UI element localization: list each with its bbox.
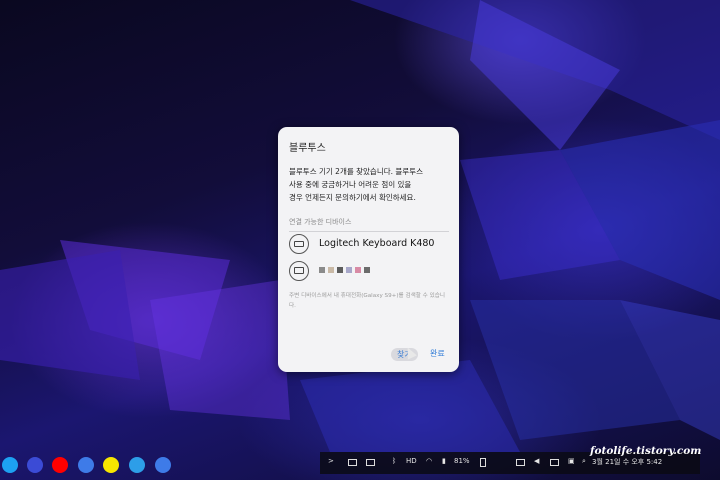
- galaxy-planet-icon[interactable]: [27, 457, 43, 473]
- blurred-device-name: [319, 267, 370, 273]
- monitor-icon: [289, 261, 309, 281]
- battery-percent: 81%: [454, 457, 470, 465]
- watermark: fotolife.tistory.com: [590, 445, 702, 457]
- notification-icon[interactable]: ▣: [568, 457, 575, 465]
- chevron-right-icon[interactable]: >: [328, 457, 334, 465]
- bluetooth-dialog: 블루투스 블루투스 기기 2개를 찾았습니다. 블루투스 사용 중에 궁금하거나…: [278, 127, 459, 372]
- done-button[interactable]: 완료: [430, 348, 445, 359]
- device-item-keyboard[interactable]: Logitech Keyboard K480: [289, 233, 454, 255]
- battery-icon: [480, 458, 486, 467]
- kakaotalk-icon[interactable]: [103, 457, 119, 473]
- youtube-icon[interactable]: [52, 457, 68, 473]
- keyboard-tray-icon[interactable]: [516, 459, 525, 466]
- dialog-message: 블루투스 기기 2개를 찾았습니다. 블루투스 사용 중에 궁금하거나 어려운 …: [289, 167, 423, 202]
- search-hint-text: 주변 디바이스에서 내 휴대전화(Galaxy S9+)를 검색할 수 있습니다…: [289, 293, 446, 309]
- volume-icon[interactable]: ◀: [534, 457, 539, 465]
- device-name: Logitech Keyboard K480: [319, 238, 435, 249]
- message-icon[interactable]: [129, 457, 145, 473]
- camera-icon[interactable]: [348, 459, 357, 466]
- search-icon[interactable]: ⌕: [582, 457, 586, 466]
- wifi-icon[interactable]: ◠: [426, 457, 432, 465]
- gallery-icon[interactable]: [366, 459, 375, 466]
- keyboard-icon: [289, 234, 309, 254]
- settings-gear-icon[interactable]: [155, 457, 171, 473]
- settings-gear-icon[interactable]: [78, 457, 94, 473]
- available-devices-label: 연결 가능한 디바이스: [289, 218, 352, 226]
- section-divider: [289, 231, 449, 232]
- twitter-icon[interactable]: [2, 457, 18, 473]
- bluetooth-icon[interactable]: ᛒ: [392, 457, 396, 465]
- device-item-monitor[interactable]: [289, 260, 454, 282]
- signal-icon: ▮: [442, 457, 446, 465]
- screen-icon[interactable]: [550, 459, 559, 466]
- clock: 3월 21일 수 오후 5:42: [592, 458, 663, 466]
- hd-icon: HD: [406, 457, 417, 465]
- dialog-title: 블루투스: [289, 143, 326, 154]
